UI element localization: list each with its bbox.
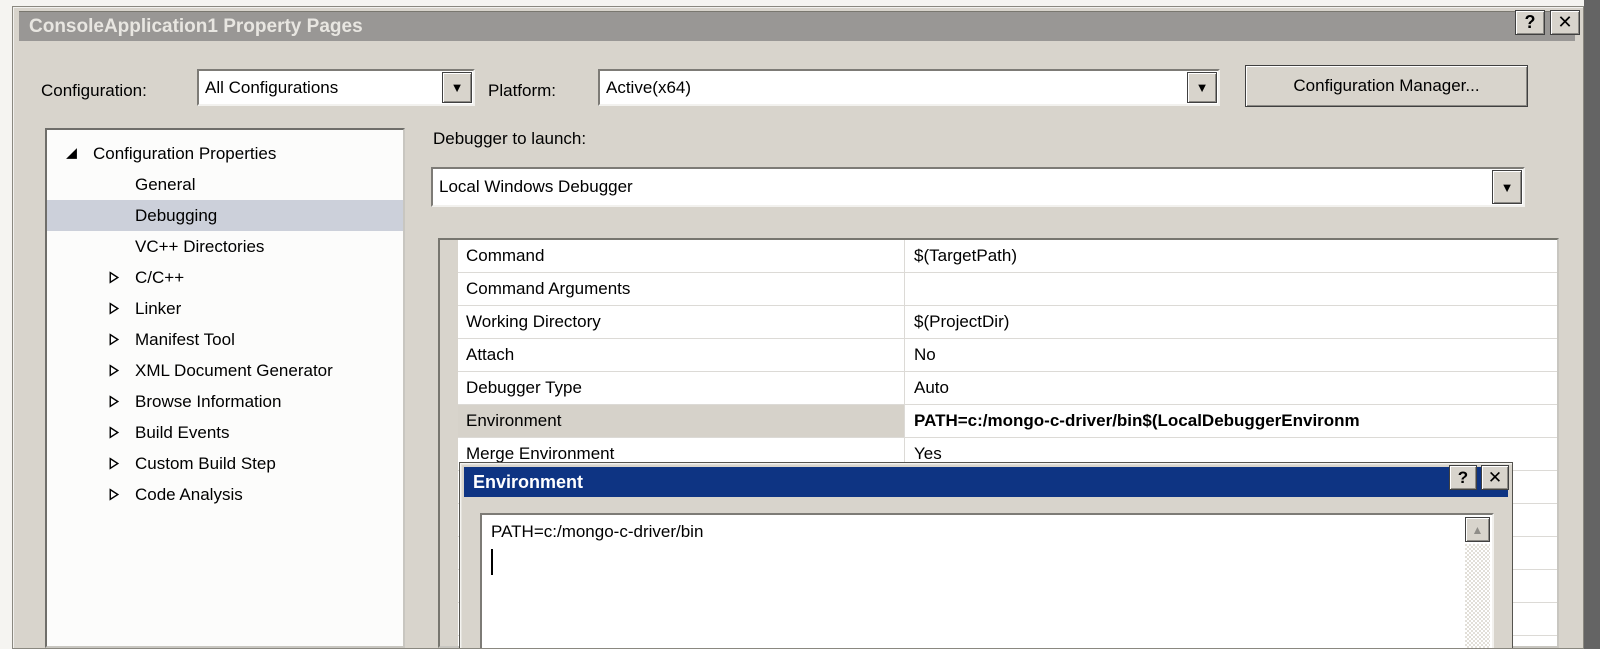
help-button[interactable]: ? — [1515, 10, 1545, 35]
collapsed-triangle-icon[interactable] — [107, 396, 121, 408]
configuration-label: Configuration: — [41, 81, 147, 101]
scroll-up-icon: ▲ — [1472, 523, 1484, 537]
config-tree[interactable]: Configuration Properties General Debugging… — [45, 128, 405, 648]
property-row-working-directory[interactable]: Working Directory$(ProjectDir) — [458, 306, 1557, 339]
debugger-to-launch-label: Debugger to launch: — [433, 129, 586, 149]
property-grid-gutter — [440, 240, 458, 646]
property-row-environment[interactable]: EnvironmentPATH=c:/mongo-c-driver/bin$(L… — [458, 405, 1557, 438]
debugger-combobox-value: Local Windows Debugger — [433, 177, 1491, 197]
sidebar-item-general[interactable]: General — [47, 169, 403, 200]
collapsed-triangle-icon[interactable] — [107, 334, 121, 346]
text-caret — [491, 549, 493, 575]
platform-combobox[interactable]: Active(x64) ▼ — [598, 69, 1220, 106]
environment-text-line: PATH=c:/mongo-c-driver/bin — [491, 522, 703, 542]
chevron-down-icon: ▼ — [451, 80, 464, 95]
sidebar-item-label: Configuration Properties — [93, 144, 276, 164]
close-icon: ✕ — [1557, 12, 1572, 33]
sidebar-item-label: Browse Information — [135, 392, 281, 412]
sidebar-item-label: Code Analysis — [135, 485, 243, 505]
property-pages-dialog: ConsoleApplication1 Property Pages ? ✕ C… — [12, 6, 1584, 649]
property-row-attach[interactable]: AttachNo — [458, 339, 1557, 372]
collapsed-triangle-icon[interactable] — [107, 458, 121, 470]
sidebar-item-label: General — [135, 175, 195, 195]
collapsed-triangle-icon[interactable] — [107, 365, 121, 377]
chevron-down-icon: ▼ — [1501, 180, 1514, 195]
configuration-combobox[interactable]: All Configurations ▼ — [197, 69, 475, 106]
sidebar-item-custom-build-step[interactable]: Custom Build Step — [47, 448, 403, 479]
collapsed-triangle-icon[interactable] — [107, 427, 121, 439]
property-row-debugger-type[interactable]: Debugger TypeAuto — [458, 372, 1557, 405]
sidebar-item-linker[interactable]: Linker — [47, 293, 403, 324]
property-row-command-arguments[interactable]: Command Arguments — [458, 273, 1557, 306]
sidebar-item-label: Manifest Tool — [135, 330, 235, 350]
configuration-manager-button[interactable]: Configuration Manager... — [1245, 65, 1528, 107]
sidebar-item-build-events[interactable]: Build Events — [47, 417, 403, 448]
property-name-cell[interactable]: Working Directory — [458, 306, 904, 339]
sidebar-item-code-analysis[interactable]: Code Analysis — [47, 479, 403, 510]
sidebar-item-manifest-tool[interactable]: Manifest Tool — [47, 324, 403, 355]
sidebar-item-label: C/C++ — [135, 268, 184, 288]
collapsed-triangle-icon[interactable] — [107, 303, 121, 315]
dialog-title: ConsoleApplication1 Property Pages — [29, 16, 363, 38]
property-name-cell[interactable]: Environment — [458, 405, 904, 438]
sidebar-item-label: Custom Build Step — [135, 454, 276, 474]
no-icon — [107, 179, 121, 191]
screen-edge-strip — [1584, 0, 1600, 649]
platform-combobox-value: Active(x64) — [600, 78, 1186, 98]
scrollbar-track[interactable] — [1465, 544, 1490, 649]
popup-help-button[interactable]: ? — [1449, 465, 1477, 490]
property-value-cell[interactable]: Auto — [904, 372, 1557, 405]
environment-textarea[interactable]: PATH=c:/mongo-c-driver/bin ▲ — [480, 513, 1494, 649]
configuration-dropdown-button[interactable]: ▼ — [442, 72, 472, 103]
chevron-down-icon: ▼ — [1196, 80, 1209, 95]
property-name-cell[interactable]: Command — [458, 240, 904, 273]
popup-close-button[interactable]: ✕ — [1481, 465, 1509, 490]
sidebar-item-label: Linker — [135, 299, 181, 319]
property-name-cell[interactable]: Attach — [458, 339, 904, 372]
sidebar-item-configuration-properties[interactable]: Configuration Properties — [47, 138, 403, 169]
sidebar-item-debugging[interactable]: Debugging — [47, 200, 403, 231]
sidebar-item-label: XML Document Generator — [135, 361, 333, 381]
close-button[interactable]: ✕ — [1550, 10, 1580, 35]
textarea-scrollbar[interactable]: ▲ — [1464, 516, 1491, 649]
configuration-combobox-value: All Configurations — [199, 78, 441, 98]
sidebar-item-label: Build Events — [135, 423, 230, 443]
platform-dropdown-button[interactable]: ▼ — [1187, 72, 1217, 103]
property-value-cell[interactable]: $(TargetPath) — [904, 240, 1557, 273]
scroll-up-button[interactable]: ▲ — [1465, 517, 1490, 542]
property-value-cell[interactable]: $(ProjectDir) — [904, 306, 1557, 339]
property-row-command[interactable]: Command$(TargetPath) — [458, 240, 1557, 273]
sidebar-item-vc-directories[interactable]: VC++ Directories — [47, 231, 403, 262]
collapsed-triangle-icon[interactable] — [107, 272, 121, 284]
sidebar-item-label: Debugging — [135, 206, 217, 226]
configuration-manager-button-label: Configuration Manager... — [1293, 76, 1479, 96]
property-value-cell[interactable]: PATH=c:/mongo-c-driver/bin$(LocalDebugge… — [904, 405, 1557, 438]
popup-title: Environment — [473, 472, 583, 493]
close-icon: ✕ — [1488, 468, 1502, 488]
property-name-cell[interactable]: Command Arguments — [458, 273, 904, 306]
property-name-cell[interactable]: Debugger Type — [458, 372, 904, 405]
no-icon — [107, 210, 121, 222]
platform-label: Platform: — [488, 81, 556, 101]
debugger-combobox[interactable]: Local Windows Debugger ▼ — [431, 167, 1525, 207]
sidebar-item-c-c[interactable]: C/C++ — [47, 262, 403, 293]
help-icon: ? — [1458, 468, 1468, 488]
dialog-titlebar[interactable]: ConsoleApplication1 Property Pages — [19, 11, 1575, 41]
sidebar-item-label: VC++ Directories — [135, 237, 264, 257]
collapsed-triangle-icon[interactable] — [107, 489, 121, 501]
debugger-dropdown-button[interactable]: ▼ — [1492, 170, 1522, 204]
no-icon — [107, 241, 121, 253]
environment-popup: Environment ? ✕ PATH=c:/mongo-c-driver/b… — [459, 462, 1513, 649]
property-value-cell[interactable] — [904, 273, 1557, 306]
help-icon: ? — [1525, 12, 1536, 33]
sidebar-item-browse-information[interactable]: Browse Information — [47, 386, 403, 417]
popup-titlebar[interactable]: Environment — [464, 467, 1508, 497]
expanded-triangle-icon[interactable] — [65, 148, 79, 160]
sidebar-item-xml-document-generator[interactable]: XML Document Generator — [47, 355, 403, 386]
property-value-cell[interactable]: No — [904, 339, 1557, 372]
